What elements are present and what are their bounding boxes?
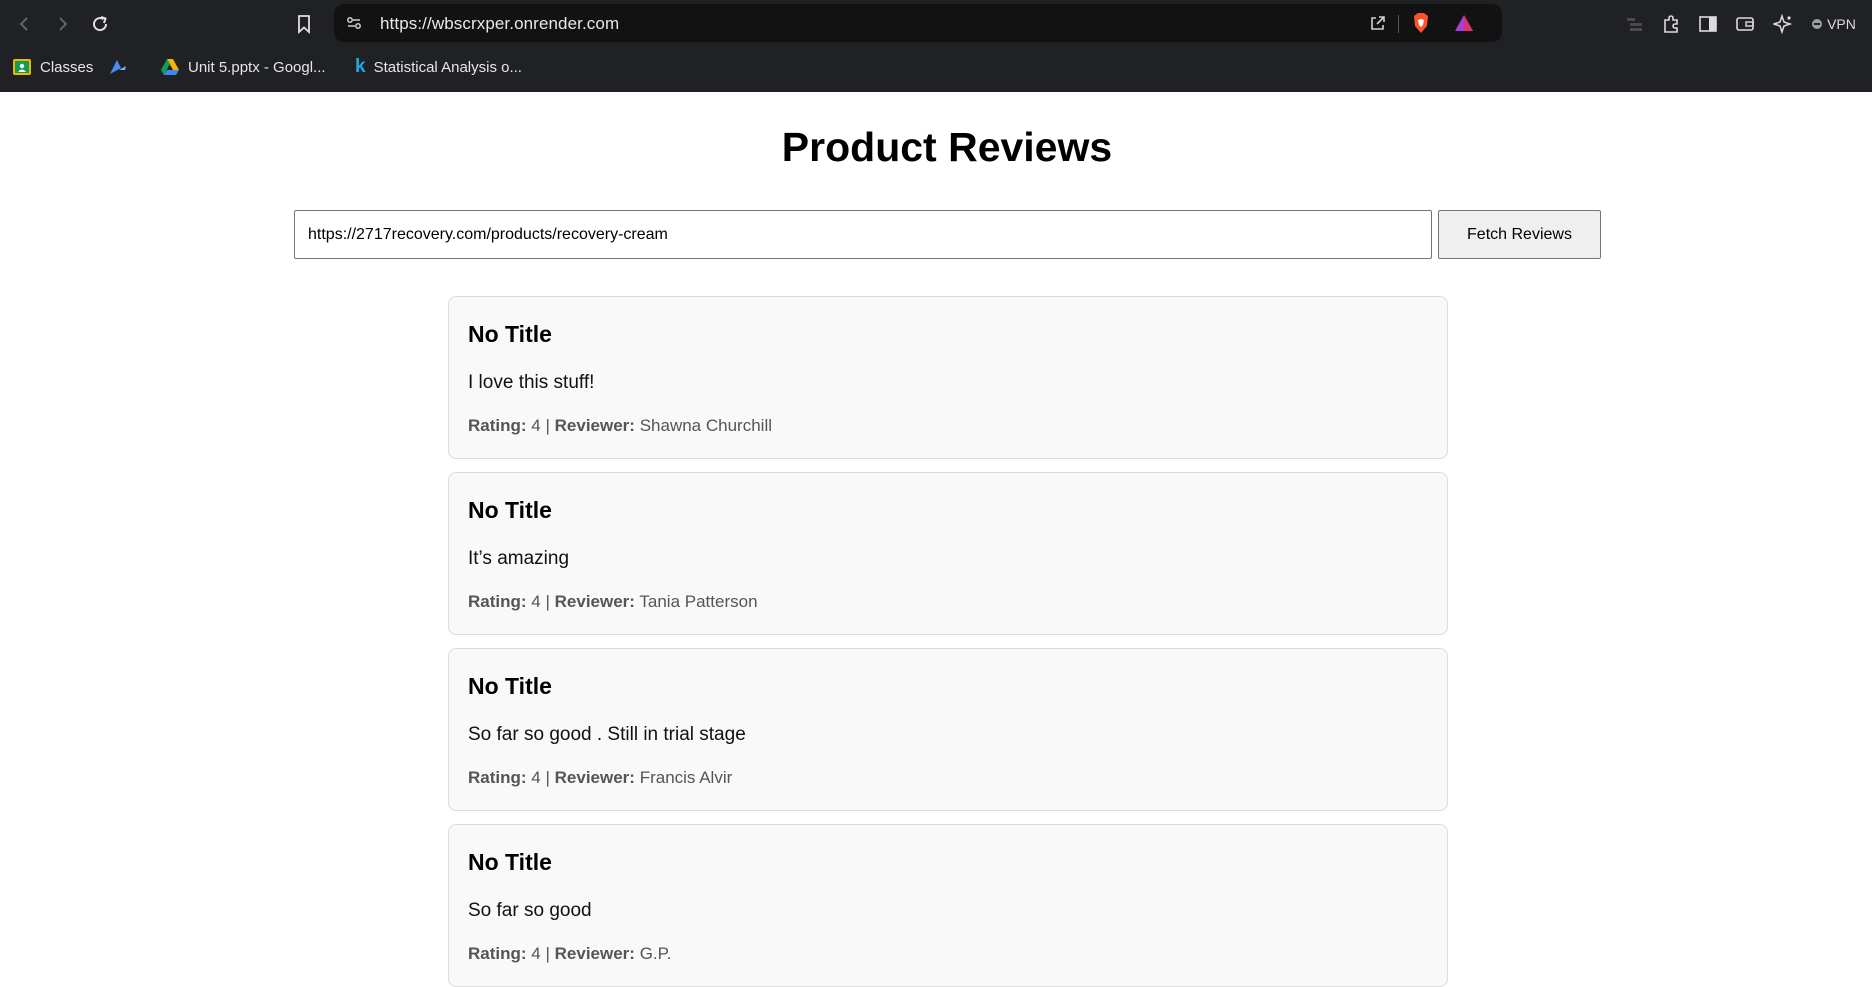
address-bar-url[interactable]: https://wbscrxper.onrender.com xyxy=(380,14,619,34)
wallet-icon[interactable] xyxy=(1731,10,1759,38)
reviewer-label: Reviewer: xyxy=(554,768,635,787)
review-reviewer: Francis Alvir xyxy=(639,768,733,787)
bookmark-vertex[interactable] xyxy=(108,54,128,80)
classroom-icon xyxy=(13,59,31,75)
review-rating: 4 xyxy=(531,944,541,963)
bookmark-page-button[interactable] xyxy=(288,8,320,40)
meta-separator: | xyxy=(545,768,550,787)
review-title: No Title xyxy=(468,497,552,523)
review-reviewer: Shawna Churchill xyxy=(639,416,772,435)
review-reviewer: Tania Patterson xyxy=(639,592,758,611)
review-card: No Title I love this stuff! Rating: 4 | … xyxy=(448,296,1448,459)
extensions-icon[interactable] xyxy=(1657,10,1685,38)
sidebar-toggle-icon[interactable] xyxy=(1694,10,1722,38)
reload-icon xyxy=(93,16,108,32)
review-body: So far so good xyxy=(468,900,592,921)
vpn-label: VPN xyxy=(1827,16,1856,32)
review-meta: Rating: 4 | Reviewer: Shawna Churchill xyxy=(468,416,772,436)
bookmark-unit-5[interactable]: Unit 5.pptx - Googl... xyxy=(160,54,326,80)
review-card: No Title It’s amazing Rating: 4 | Review… xyxy=(448,472,1448,635)
rating-label: Rating: xyxy=(468,592,527,611)
share-icon[interactable] xyxy=(1366,11,1390,35)
product-url-input[interactable] xyxy=(294,210,1432,259)
address-bar[interactable]: https://wbscrxper.onrender.com xyxy=(334,4,1502,42)
review-body: It’s amazing xyxy=(468,548,570,569)
review-title: No Title xyxy=(468,849,552,875)
meta-separator: | xyxy=(545,944,550,963)
back-arrow-icon xyxy=(19,17,28,31)
tab-search-icon[interactable] xyxy=(1621,10,1649,38)
review-body: I love this stuff! xyxy=(468,372,595,393)
review-rating: 4 xyxy=(531,416,541,435)
rating-label: Rating: xyxy=(468,416,527,435)
review-card: No Title So far so good . Still in trial… xyxy=(448,648,1448,811)
bookmark-label: Classes xyxy=(40,58,94,76)
review-title: No Title xyxy=(468,673,552,699)
forward-arrow-icon xyxy=(59,17,68,31)
vertex-icon xyxy=(110,60,126,74)
page-title: Product Reviews xyxy=(781,124,1113,170)
fetch-reviews-button[interactable]: Fetch Reviews xyxy=(1438,210,1601,259)
vpn-status-icon xyxy=(1812,19,1823,29)
rating-label: Rating: xyxy=(468,944,527,963)
bookmark-label: Unit 5.pptx - Googl... xyxy=(188,58,326,76)
meta-separator: | xyxy=(545,416,550,435)
google-drive-icon xyxy=(161,59,179,75)
reviewer-label: Reviewer: xyxy=(554,416,635,435)
review-meta: Rating: 4 | Reviewer: G.P. xyxy=(468,944,672,964)
reviewer-label: Reviewer: xyxy=(554,592,635,611)
bookmark-icon xyxy=(298,15,310,34)
review-body: So far so good . Still in trial stage xyxy=(468,724,746,745)
review-title: No Title xyxy=(468,321,552,347)
bookmarks-bar: Classes Unit 5.pptx - Googl... k Statist… xyxy=(0,52,1872,82)
review-rating: 4 xyxy=(531,592,541,611)
brave-rewards-icon[interactable] xyxy=(1452,11,1476,35)
review-meta: Rating: 4 | Reviewer: Francis Alvir xyxy=(468,768,732,788)
reload-button[interactable] xyxy=(84,8,116,40)
address-bar-divider xyxy=(1398,15,1399,33)
back-button[interactable] xyxy=(9,8,41,40)
reviewer-label: Reviewer: xyxy=(554,944,635,963)
rating-label: Rating: xyxy=(468,768,527,787)
vpn-button[interactable]: VPN xyxy=(1804,10,1864,38)
bookmark-label: Statistical Analysis o... xyxy=(373,58,522,76)
bookmark-statistical-analysis[interactable]: k Statistical Analysis o... xyxy=(355,54,522,80)
k-icon: k xyxy=(355,56,366,77)
leo-ai-icon[interactable] xyxy=(1769,10,1797,38)
review-meta: Rating: 4 | Reviewer: Tania Patterson xyxy=(468,592,758,612)
review-card: No Title So far so good Rating: 4 | Revi… xyxy=(448,824,1448,987)
meta-separator: | xyxy=(545,592,550,611)
browser-chrome: https://wbscrxper.onrender.com VPN Class… xyxy=(0,0,1872,92)
bookmark-classes[interactable]: Classes xyxy=(12,54,93,80)
site-settings-icon[interactable] xyxy=(342,11,366,35)
review-rating: 4 xyxy=(531,768,541,787)
brave-shields-icon[interactable] xyxy=(1409,11,1433,35)
forward-button[interactable] xyxy=(46,8,78,40)
review-reviewer: G.P. xyxy=(639,944,672,963)
